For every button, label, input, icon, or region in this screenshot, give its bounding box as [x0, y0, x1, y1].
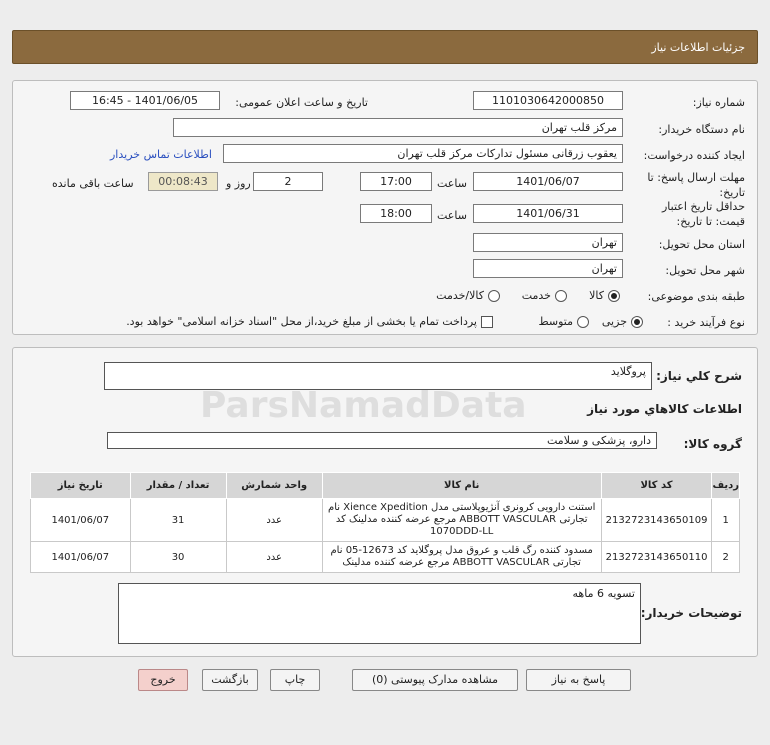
validity-date-field: 1401/06/31 — [473, 204, 623, 223]
treasury-checkbox[interactable] — [481, 315, 493, 328]
cell-unit: عدد — [225, 498, 323, 542]
category-service-radio[interactable] — [555, 289, 567, 302]
cell-code: 2132723143650109 — [600, 498, 713, 542]
col-unit: واحد شمارش — [225, 472, 323, 499]
buyer-org-label: نام دستگاه خریدار: — [658, 123, 745, 136]
province-field: تهران — [473, 233, 623, 252]
remaining-timer: 00:08:43 — [148, 172, 218, 191]
goods-info-title: اطلاعات کالاهاي مورد نياز — [587, 402, 742, 416]
buyer-notes-field: تسویه 6 ماهه — [118, 583, 641, 644]
validity-time-label: ساعت — [437, 209, 467, 222]
col-row: ردیف — [711, 472, 740, 499]
need-number-field: 1101030642000850 — [473, 91, 623, 110]
city-label: شهر محل تحویل: — [665, 264, 745, 277]
category-goods-label: کالا — [589, 289, 604, 302]
buyer-notes-label: توضیحات خریدار: — [640, 606, 742, 620]
requester-field: یعقوب زرقانی مسئول تدارکات مرکز قلب تهرا… — [223, 144, 623, 163]
back-button[interactable]: بازگشت — [202, 669, 258, 691]
col-date: تاریخ نیاز — [30, 472, 131, 499]
process-option-medium[interactable]: متوسط — [538, 315, 589, 328]
treasury-option[interactable]: پرداخت تمام یا بخشی از مبلغ خرید،از محل … — [126, 315, 493, 328]
print-button[interactable]: چاپ — [270, 669, 320, 691]
city-field: تهران — [473, 259, 623, 278]
province-label: استان محل تحویل: — [658, 238, 745, 251]
table-row: 1 2132723143650109 استنت دارویی کرونری آ… — [30, 498, 740, 542]
cell-qty: 30 — [129, 541, 227, 573]
category-option-goods-service[interactable]: کالا/خدمت — [436, 289, 500, 302]
col-code: کد کالا — [600, 472, 713, 499]
exit-button[interactable]: خروج — [138, 669, 188, 691]
cell-name: مسدود کننده رگ قلب و عروق مدل پروگلاید ک… — [321, 541, 602, 573]
deadline-label: مهلت ارسال پاسخ: تا تاریخ: — [647, 171, 745, 199]
deadline-date-field: 1401/06/07 — [473, 172, 623, 191]
cell-unit: عدد — [225, 541, 323, 573]
cell-date: 1401/06/07 — [30, 541, 131, 573]
cell-row: 2 — [711, 541, 740, 573]
process-medium-radio[interactable] — [577, 315, 589, 328]
buyer-org-field: مرکز قلب تهران — [173, 118, 623, 137]
page-header: جزئیات اطلاعات نیاز — [12, 30, 758, 64]
goods-table: ردیف کد کالا نام کالا واحد شمارش تعداد /… — [30, 472, 740, 573]
col-qty: تعداد / مقدار — [129, 472, 227, 499]
cell-code: 2132723143650110 — [600, 541, 713, 573]
process-minor-radio[interactable] — [631, 315, 643, 328]
page-title: جزئیات اطلاعات نیاز — [651, 41, 745, 54]
category-option-goods[interactable]: کالا — [589, 289, 620, 302]
deadline-time-label: ساعت — [437, 177, 467, 190]
category-service-label: خدمت — [521, 289, 551, 302]
process-medium-label: متوسط — [538, 315, 573, 328]
cell-qty: 31 — [129, 498, 227, 542]
process-minor-label: جزیی — [601, 315, 627, 328]
days-field: 2 — [253, 172, 323, 191]
goods-group-label: گروه کالا: — [683, 437, 742, 451]
cell-row: 1 — [711, 498, 740, 542]
requester-label: ایجاد کننده درخواست: — [643, 149, 745, 162]
goods-group-field: دارو، پزشکی و سلامت — [107, 432, 657, 449]
summary-field: پروگلاید — [104, 362, 652, 390]
category-goods-service-label: کالا/خدمت — [436, 289, 484, 302]
attachments-button[interactable]: مشاهده مدارک پیوستی (0) — [352, 669, 518, 691]
reply-button[interactable]: پاسخ به نیاز — [526, 669, 631, 691]
summary-label: شرح کلي نياز: — [656, 369, 742, 383]
buyer-contact-link[interactable]: اطلاعات تماس خریدار — [110, 148, 212, 161]
category-goods-service-radio[interactable] — [488, 289, 500, 302]
validity-time-field: 18:00 — [360, 204, 432, 223]
table-row: 2 2132723143650110 مسدود کننده رگ قلب و … — [30, 541, 740, 573]
need-number-label: شماره نیاز: — [692, 96, 745, 109]
deadline-time-field: 17:00 — [360, 172, 432, 191]
process-label: نوع فرآیند خرید : — [667, 316, 745, 329]
cell-date: 1401/06/07 — [30, 498, 131, 542]
category-goods-radio[interactable] — [608, 289, 620, 302]
category-label: طبقه بندی موضوعی: — [647, 290, 745, 303]
announce-label: تاریخ و ساعت اعلان عمومی: — [235, 96, 368, 109]
col-name: نام کالا — [321, 472, 602, 499]
validity-label: حداقل تاریخ اعتبار قیمت: تا تاریخ: — [661, 200, 745, 228]
cell-name: استنت دارویی کرونری آنژیوپلاستی مدل Xien… — [321, 498, 602, 542]
treasury-note: پرداخت تمام یا بخشی از مبلغ خرید،از محل … — [126, 315, 477, 328]
category-option-service[interactable]: خدمت — [522, 289, 567, 302]
remaining-label: ساعت باقی مانده — [52, 177, 134, 190]
process-option-minor[interactable]: جزیی — [602, 315, 643, 328]
goods-table-header: ردیف کد کالا نام کالا واحد شمارش تعداد /… — [30, 472, 740, 499]
days-label: روز و — [226, 177, 251, 190]
announce-field: 1401/06/05 - 16:45 — [70, 91, 220, 110]
